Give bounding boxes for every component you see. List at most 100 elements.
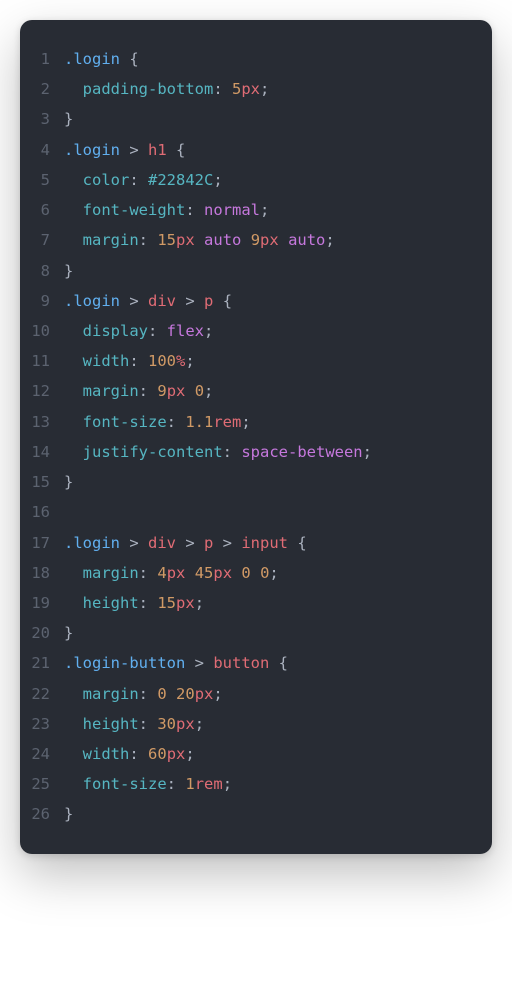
token-value-unit: px	[167, 382, 186, 400]
token-semicolon: ;	[241, 413, 250, 431]
line-number: 25	[30, 769, 64, 799]
token-property: color	[83, 171, 130, 189]
line-content: padding-bottom: 5px;	[64, 74, 269, 104]
token-colon: :	[139, 564, 158, 582]
token-property: font-size	[83, 775, 167, 793]
token-property: width	[83, 745, 130, 763]
token-value-unit: px	[176, 231, 195, 249]
token-value-num: 15	[157, 231, 176, 249]
token-plain	[185, 382, 194, 400]
line-content: justify-content: space-between;	[64, 437, 372, 467]
token-selector-tag: h1	[148, 141, 167, 159]
token-selector-combinator: >	[120, 292, 148, 310]
token-property: width	[83, 352, 130, 370]
token-brace: {	[176, 141, 185, 159]
token-property: padding-bottom	[83, 80, 214, 98]
token-selector-combinator: >	[120, 534, 148, 552]
token-plain	[64, 80, 83, 98]
token-property: display	[83, 322, 148, 340]
line-number: 15	[30, 467, 64, 497]
token-plain	[64, 352, 83, 370]
token-colon: :	[223, 443, 242, 461]
code-line: 8}	[30, 256, 478, 286]
code-line: 1.login {	[30, 44, 478, 74]
line-number: 16	[30, 497, 64, 527]
token-plain	[167, 141, 176, 159]
token-selector-tag: div	[148, 534, 176, 552]
token-plain	[185, 564, 194, 582]
line-content: .login > h1 {	[64, 135, 185, 165]
line-content: margin: 15px auto 9px auto;	[64, 225, 335, 255]
token-semicolon: ;	[260, 80, 269, 98]
token-selector-combinator: >	[185, 654, 213, 672]
token-selector-tag: button	[213, 654, 269, 672]
token-plain	[269, 654, 278, 672]
code-line: 25 font-size: 1rem;	[30, 769, 478, 799]
token-property: margin	[83, 382, 139, 400]
token-brace: }	[64, 805, 73, 823]
code-line: 16	[30, 497, 478, 527]
line-number: 9	[30, 286, 64, 316]
code-line: 26}	[30, 799, 478, 829]
token-colon: :	[148, 322, 167, 340]
token-plain	[64, 382, 83, 400]
line-content: }	[64, 799, 73, 829]
code-line: 6 font-weight: normal;	[30, 195, 478, 225]
token-colon: :	[167, 775, 186, 793]
token-value-unit: px	[176, 715, 195, 733]
token-selector-class: .login	[64, 534, 120, 552]
token-value-num: 1.1	[185, 413, 213, 431]
line-number: 24	[30, 739, 64, 769]
token-semicolon: ;	[195, 715, 204, 733]
token-value-num: 9	[251, 231, 260, 249]
token-value-num: 0	[241, 564, 250, 582]
token-value-auto: normal	[204, 201, 260, 219]
token-brace: {	[129, 50, 138, 68]
line-number: 23	[30, 709, 64, 739]
token-value-unit: px	[176, 594, 195, 612]
line-number: 18	[30, 558, 64, 588]
line-content: font-size: 1.1rem;	[64, 407, 251, 437]
line-content: }	[64, 104, 73, 134]
code-line: 3}	[30, 104, 478, 134]
token-value-num: 9	[157, 382, 166, 400]
token-plain	[241, 231, 250, 249]
token-plain	[64, 685, 83, 703]
token-value-num: 15	[157, 594, 176, 612]
token-brace: {	[223, 292, 232, 310]
token-colon: :	[213, 80, 232, 98]
token-brace: }	[64, 262, 73, 280]
token-plain	[279, 231, 288, 249]
token-value-unit: px	[213, 564, 232, 582]
code-line: 23 height: 30px;	[30, 709, 478, 739]
code-line: 10 display: flex;	[30, 316, 478, 346]
token-plain	[195, 231, 204, 249]
token-semicolon: ;	[204, 382, 213, 400]
line-number: 1	[30, 44, 64, 74]
token-selector-tag: div	[148, 292, 176, 310]
token-semicolon: ;	[195, 594, 204, 612]
code-lines-container: 1.login {2 padding-bottom: 5px;3}4.login…	[30, 44, 478, 830]
line-content: .login > div > p > input {	[64, 528, 307, 558]
code-line: 20}	[30, 618, 478, 648]
token-value-unit: px	[167, 745, 186, 763]
token-plain	[288, 534, 297, 552]
token-selector-tag: p	[204, 292, 213, 310]
line-content: width: 60px;	[64, 739, 195, 769]
token-plain	[64, 775, 83, 793]
token-plain	[64, 413, 83, 431]
line-content: }	[64, 467, 73, 497]
line-number: 17	[30, 528, 64, 558]
line-number: 19	[30, 588, 64, 618]
token-value-flex: flex	[167, 322, 204, 340]
code-line: 15}	[30, 467, 478, 497]
token-plain	[167, 685, 176, 703]
token-selector-combinator: >	[176, 534, 204, 552]
line-content: .login-button > button {	[64, 648, 288, 678]
token-plain	[64, 594, 83, 612]
line-number: 6	[30, 195, 64, 225]
token-brace: {	[279, 654, 288, 672]
token-selector-class: .login	[64, 50, 120, 68]
token-colon: :	[129, 352, 148, 370]
token-value-num: 30	[157, 715, 176, 733]
